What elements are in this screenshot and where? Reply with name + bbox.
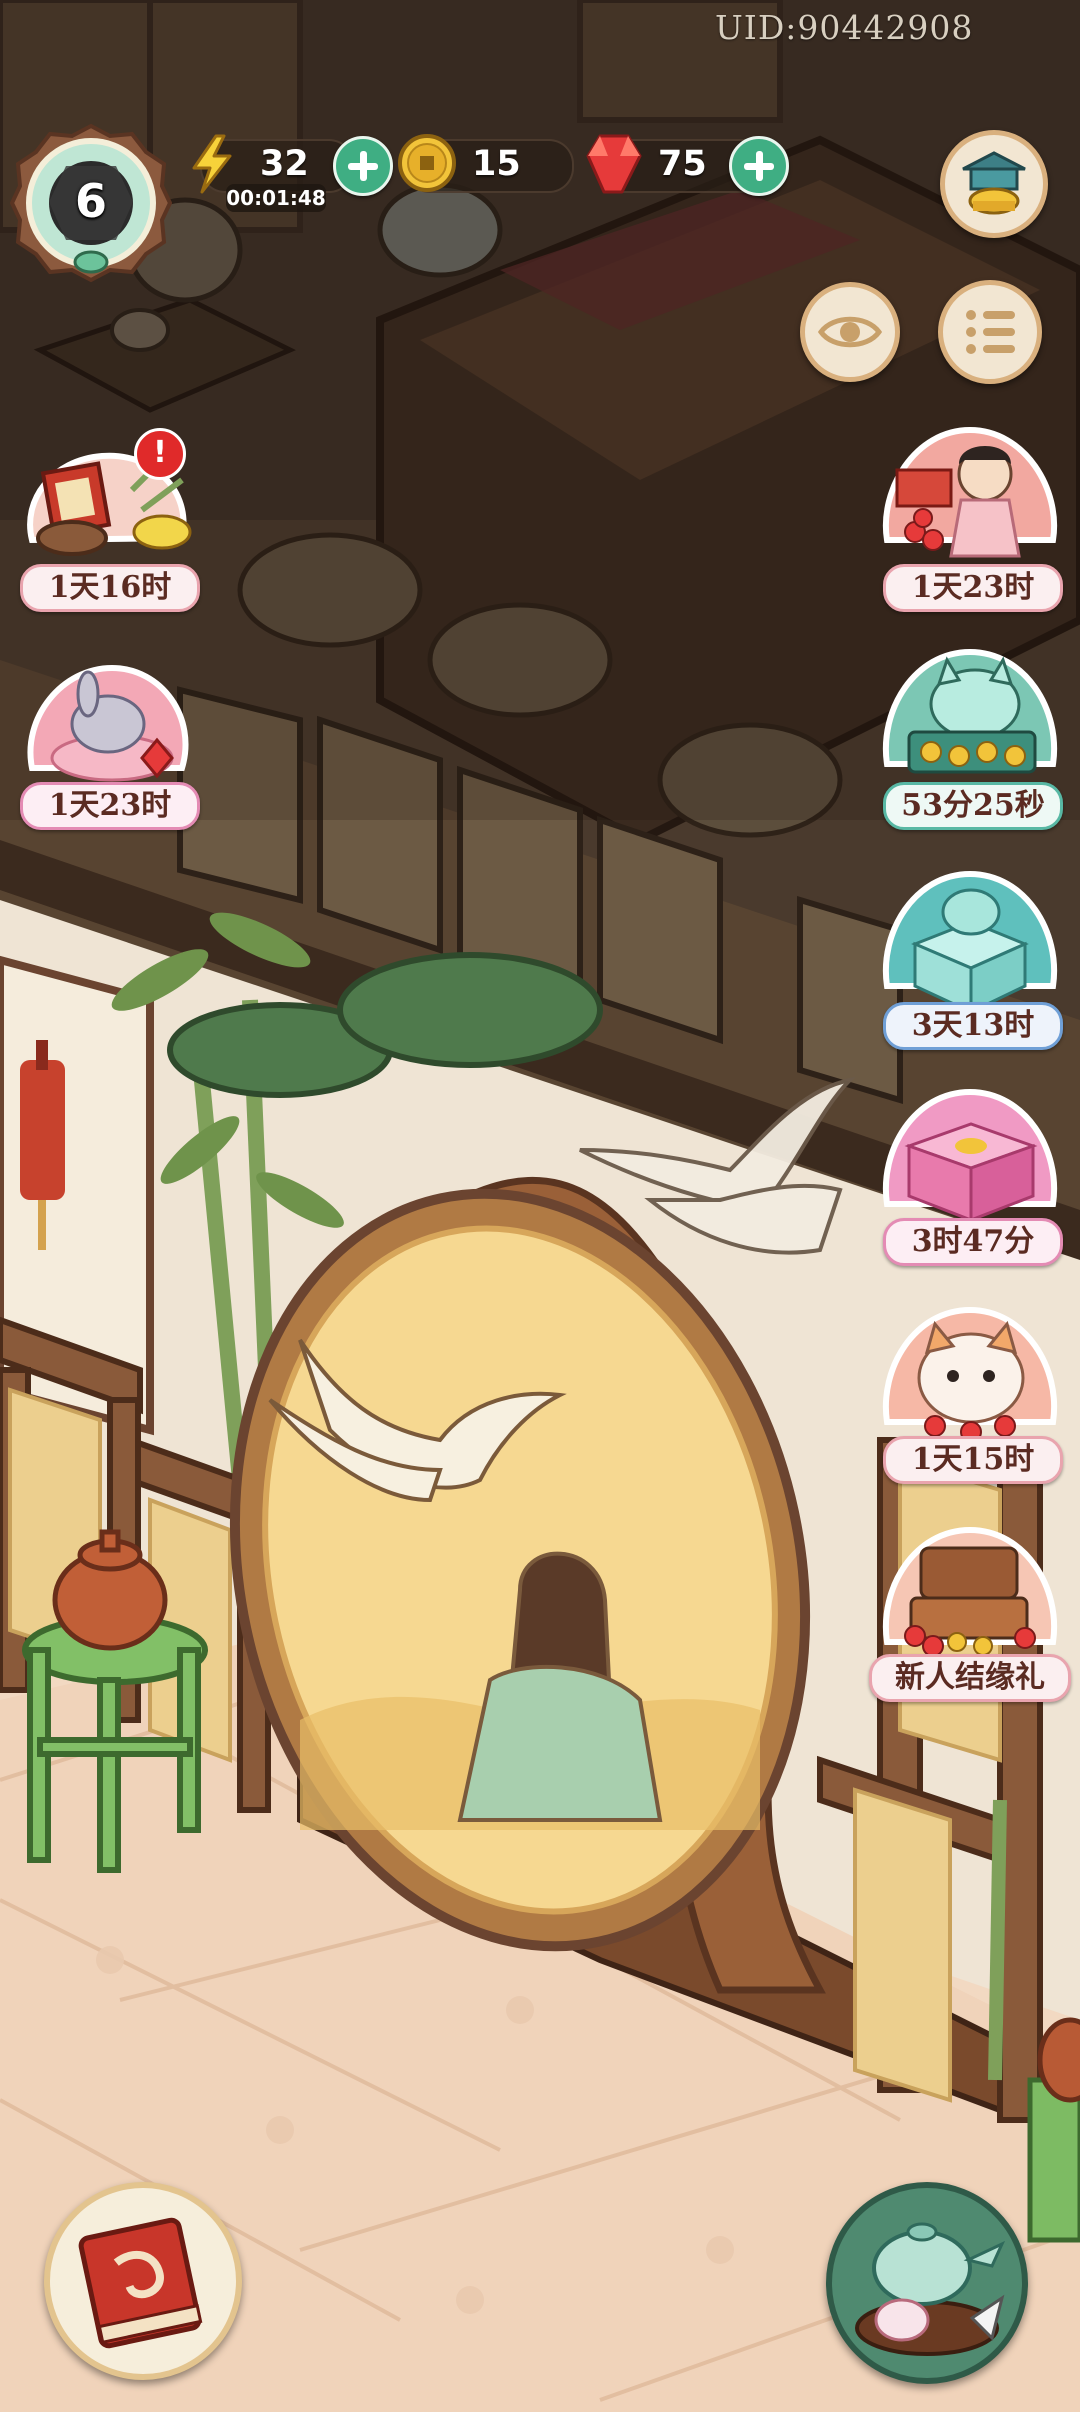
event-timer: 3时47分 <box>883 1218 1063 1266</box>
add-gems-button[interactable] <box>729 136 789 196</box>
view-toggle-button[interactable] <box>800 282 900 382</box>
new-year-gift-event[interactable]: ! 1天16时 <box>12 420 202 620</box>
teapot-rabbit-icon <box>855 2222 1006 2356</box>
girl-event[interactable]: 1天23时 <box>875 420 1065 620</box>
energy-timer: 00:01:48 <box>226 184 326 212</box>
journal-book-button[interactable] <box>44 2182 242 2380</box>
newcomer-gift-event[interactable]: 新人结缘礼 <box>869 1518 1071 1718</box>
add-energy-button[interactable] <box>333 136 393 196</box>
coin-value: 15 <box>472 144 521 184</box>
uid-label: UID:90442908 <box>715 8 974 47</box>
gem-value: 75 <box>658 144 707 184</box>
event-timer: 53分25秒 <box>883 782 1063 830</box>
jade-cat-event[interactable]: 3天13时 <box>875 862 1065 1062</box>
fluffy-cat-event[interactable]: 1天15时 <box>875 1298 1065 1498</box>
energy-value: 32 <box>260 144 309 184</box>
event-timer: 3天13时 <box>883 1002 1063 1050</box>
gift-box-event[interactable]: 3时47分 <box>875 1080 1065 1280</box>
event-timer: 新人结缘礼 <box>869 1654 1071 1702</box>
event-timer: 1天23时 <box>20 782 200 830</box>
level-number: 6 <box>74 174 107 228</box>
event-timer: 1天15时 <box>883 1436 1063 1484</box>
event-timer: 1天16时 <box>20 564 200 612</box>
avatar-level-badge[interactable]: 6 <box>9 122 173 284</box>
shop-button[interactable] <box>940 130 1048 238</box>
copper-coin-icon <box>396 132 458 194</box>
red-gem-icon <box>584 132 644 196</box>
rabbit-event[interactable]: 1天23时 <box>12 648 202 848</box>
red-book-icon <box>78 2217 203 2349</box>
lucky-cat-event[interactable]: 53分25秒 <box>875 640 1065 840</box>
alert-badge: ! <box>134 428 186 480</box>
event-timer: 1天23时 <box>883 564 1063 612</box>
tea-shop-button[interactable] <box>826 2182 1028 2384</box>
eye-icon <box>817 316 883 348</box>
menu-button[interactable] <box>938 280 1042 384</box>
pavilion-gold-icon <box>962 151 1026 215</box>
list-menu-icon <box>966 310 1015 354</box>
